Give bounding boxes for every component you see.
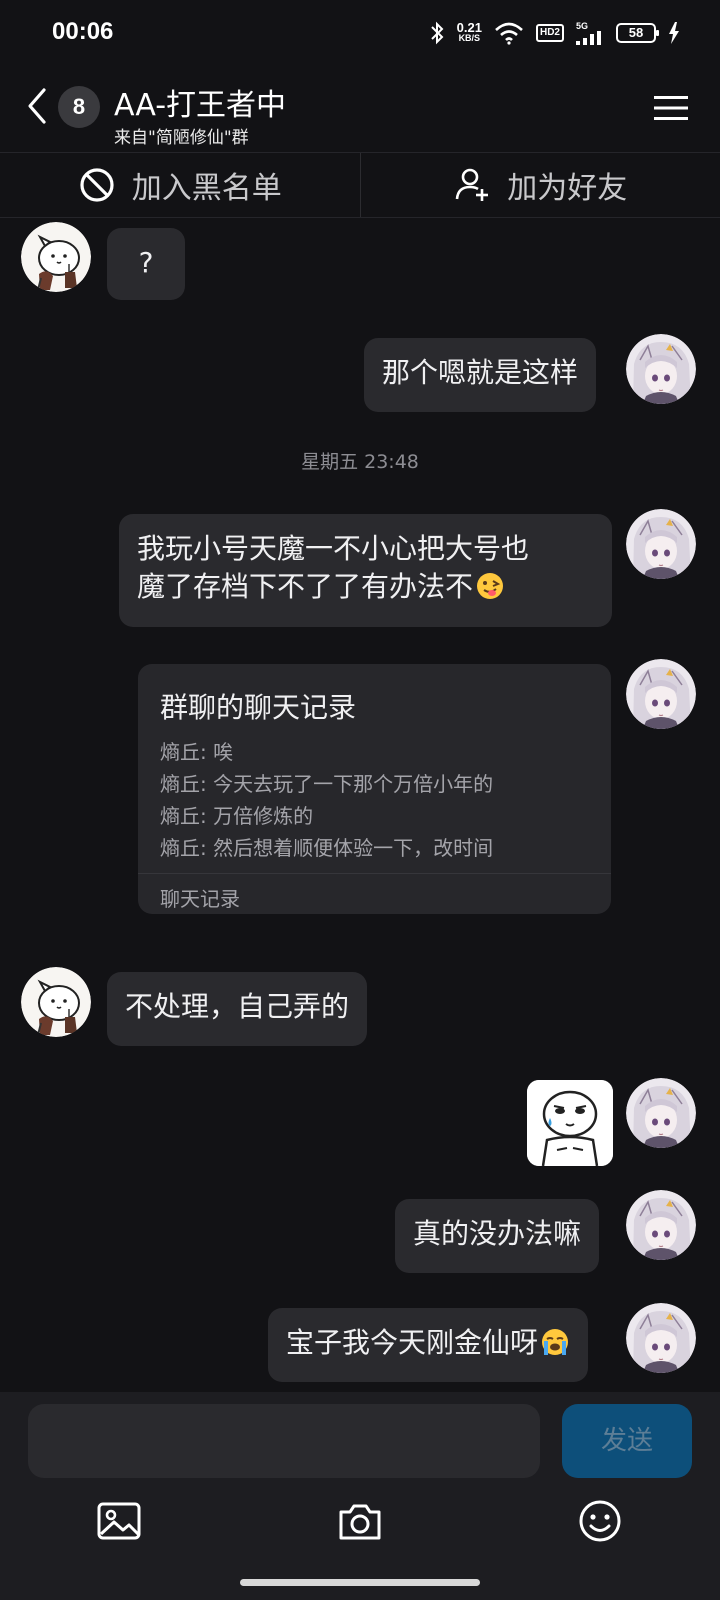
message-bubble[interactable]: 宝子我今天刚金仙呀: [268, 1308, 589, 1382]
message-input[interactable]: [28, 1404, 540, 1478]
message-text: 宝子我今天刚金仙呀: [286, 1326, 539, 1359]
contact-avatar[interactable]: [21, 967, 91, 1037]
add-friend-button[interactable]: 加为好友: [359, 153, 720, 217]
send-button[interactable]: 发送: [562, 1404, 692, 1478]
chat-record-preview: 熵丘: 唉 熵丘: 今天去玩了一下那个万倍小年的 熵丘: 万倍修炼的 熵丘: 然…: [160, 736, 493, 864]
chat-record-footer-label: 聊天记录: [160, 887, 240, 911]
network-speed: 0.21 KB/S: [456, 20, 482, 44]
image-icon[interactable]: [96, 1498, 142, 1544]
my-avatar[interactable]: [626, 1078, 696, 1148]
status-time: 00:06: [52, 18, 114, 45]
chat-record-line: 熵丘: 万倍修炼的: [160, 804, 314, 828]
block-icon: [80, 168, 114, 202]
home-indicator[interactable]: [240, 1579, 480, 1586]
my-avatar[interactable]: [626, 334, 696, 404]
message-timestamp: 星期五 23:48: [301, 451, 419, 473]
cell-signal-icon: 5G: [576, 21, 604, 45]
chat-subtitle: 来自"简陋修仙"群: [114, 128, 249, 148]
camera-icon[interactable]: [337, 1498, 383, 1544]
network-speed-value: 0.21: [456, 20, 482, 35]
message-bubble[interactable]: 真的没办法嘛: [395, 1199, 600, 1273]
chat-record-line: 熵丘: 唉: [160, 740, 234, 764]
message-text: 魔了存档下不了了有办法不: [137, 570, 474, 603]
smiley-icon[interactable]: [577, 1498, 623, 1544]
charging-icon: [669, 22, 679, 44]
signal-label: 5G: [576, 21, 589, 31]
chat-record-footer: 聊天记录: [138, 873, 611, 911]
network-speed-unit: KB/S: [458, 33, 481, 43]
message-bubble[interactable]: 不处理，自己弄的: [107, 972, 368, 1046]
stranger-action-bar: 加入黑名单 加为好友: [0, 152, 720, 218]
my-avatar[interactable]: [626, 1303, 696, 1373]
chat-record-line: 熵丘: 今天去玩了一下那个万倍小年的: [160, 772, 494, 796]
my-avatar[interactable]: [626, 659, 696, 729]
back-icon[interactable]: [22, 84, 52, 128]
status-bar: 00:06 0.21 KB/S HD2 5G 58: [0, 0, 720, 64]
add-friend-label: 加为好友: [507, 171, 628, 206]
chat-record-line: 熵丘: 然后想着顺便体验一下，改时间: [160, 836, 494, 860]
add-to-blacklist-button[interactable]: 加入黑名单: [0, 153, 360, 217]
add-user-icon: [455, 168, 489, 201]
chat-header: 8 AA-打王者中 来自"简陋修仙"群: [0, 64, 720, 152]
message-text-line: 魔了存档下不了了有办法不: [137, 568, 594, 606]
composer-bar: 发送: [0, 1392, 720, 1600]
crying-emoji-icon: [542, 1329, 569, 1355]
my-avatar[interactable]: [626, 509, 696, 579]
message-text-line: 我玩小号天魔一不小心把大号也: [137, 532, 530, 565]
wifi-icon: [495, 22, 523, 45]
message-bubble[interactable]: 我玩小号天魔一不小心把大号也 魔了存档下不了了有办法不: [119, 514, 612, 627]
message-bubble[interactable]: 那个嗯就是这样: [364, 338, 597, 412]
add-to-blacklist-label: 加入黑名单: [131, 171, 282, 206]
chat-record-title: 群聊的聊天记录: [160, 691, 357, 724]
my-avatar[interactable]: [626, 1190, 696, 1260]
sticker-image[interactable]: [527, 1080, 613, 1166]
message-bubble[interactable]: ?: [107, 228, 185, 300]
hd-voice-icon: HD2: [535, 24, 564, 42]
contact-avatar[interactable]: [21, 222, 91, 292]
unread-count-badge[interactable]: 8: [58, 86, 100, 128]
chat-record-card[interactable]: 群聊的聊天记录 熵丘: 唉 熵丘: 今天去玩了一下那个万倍小年的 熵丘: 万倍修…: [138, 664, 611, 914]
bluetooth-icon: [430, 21, 444, 45]
hamburger-menu-icon[interactable]: [654, 94, 688, 122]
tongue-out-emoji-icon: [477, 573, 504, 599]
battery-indicator: 58: [616, 23, 659, 43]
chat-title: AA-打王者中: [114, 88, 287, 123]
status-icons: 0.21 KB/S HD2 5G 58: [429, 18, 680, 48]
